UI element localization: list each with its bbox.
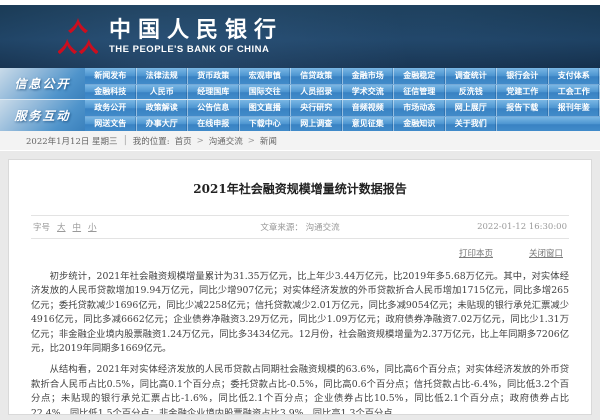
font-size-small-link[interactable]: 小 bbox=[88, 221, 97, 233]
source-label: 文章来源： bbox=[260, 223, 303, 233]
pboc-emblem-icon bbox=[58, 14, 98, 60]
nav-item[interactable]: 人民币 bbox=[137, 85, 189, 100]
nav-item[interactable]: 办事大厅 bbox=[137, 117, 189, 132]
font-size-controls: 字号 大 中 小 bbox=[33, 221, 200, 233]
font-size-medium-link[interactable]: 中 bbox=[73, 221, 82, 233]
breadcrumb: 2022年1月12日 星期三 │ 我的位置: 首页 > 沟通交流 > 新闻 bbox=[0, 131, 600, 151]
nav-item[interactable]: 下载中心 bbox=[240, 117, 292, 132]
article-datetime: 2022-01-12 16:30:00 bbox=[400, 222, 567, 232]
nav-item[interactable]: 反洗钱 bbox=[446, 85, 498, 100]
nav-item[interactable]: 金融稳定 bbox=[394, 68, 446, 84]
font-size-label: 字号 bbox=[33, 221, 50, 233]
nav-item[interactable]: 学术交流 bbox=[343, 85, 395, 100]
nav-item[interactable]: 报告下载 bbox=[497, 100, 549, 116]
breadcrumb-separator: > bbox=[248, 136, 255, 146]
nav-item[interactable]: 经理国库 bbox=[188, 85, 240, 100]
nav-item[interactable]: 货币政策 bbox=[188, 68, 240, 84]
nav-item[interactable]: 银行会计 bbox=[497, 68, 549, 84]
nav-item[interactable]: 新闻发布 bbox=[85, 68, 137, 84]
nav-item[interactable]: 意见征集 bbox=[343, 117, 395, 132]
article-paragraph-1: 初步统计，2021年社会融资规模增量累计为31.35万亿元，比上年少3.44万亿… bbox=[31, 270, 569, 356]
nav-item[interactable]: 国际交往 bbox=[240, 85, 292, 100]
article-meta-row: 字号 大 中 小 文章来源： 沟通交流 2022-01-12 16:30:00 bbox=[31, 215, 569, 239]
nav-section-service: 服务互动 政务公开政策解读公告信息图文直播央行研究音频视频市场动态网上展厅报告下… bbox=[0, 100, 600, 131]
nav-item[interactable]: 在线申报 bbox=[188, 117, 240, 132]
nav-item[interactable]: 网上调查 bbox=[291, 117, 343, 132]
site-header: 中国人民银行 THE PEOPLE'S BANK OF CHINA bbox=[0, 5, 600, 68]
nav-row-1: 新闻发布法律法规货币政策宏观审慎信贷政策金融市场金融稳定调查统计银行会计支付体系 bbox=[85, 68, 600, 84]
nav-item[interactable]: 网上展厅 bbox=[446, 100, 498, 116]
article-actions: 打印本页 关闭窗口 bbox=[31, 239, 569, 263]
nav-rows-information: 新闻发布法律法规货币政策宏观审慎信贷政策金融市场金融稳定调查统计银行会计支付体系… bbox=[85, 68, 600, 99]
nav-item[interactable]: 法律法规 bbox=[137, 68, 189, 84]
nav-item[interactable]: 图文直播 bbox=[240, 100, 292, 116]
main-nav: 信息公开 新闻发布法律法规货币政策宏观审慎信贷政策金融市场金融稳定调查统计银行会… bbox=[0, 68, 600, 131]
nav-item[interactable]: 音频视频 bbox=[343, 100, 395, 116]
nav-item[interactable]: 金融知识 bbox=[394, 117, 446, 132]
nav-item[interactable]: 市场动态 bbox=[394, 100, 446, 116]
nav-rows-service: 政务公开政策解读公告信息图文直播央行研究音频视频市场动态网上展厅报告下载报刊年鉴… bbox=[85, 100, 600, 131]
nav-item[interactable]: 人员招录 bbox=[291, 85, 343, 100]
nav-label-service-interaction[interactable]: 服务互动 bbox=[0, 100, 85, 131]
article-source: 文章来源： 沟通交流 bbox=[200, 221, 400, 233]
breadcrumb-separator: > bbox=[197, 136, 204, 146]
breadcrumb-communication-link[interactable]: 沟通交流 bbox=[209, 135, 243, 147]
bank-name-en: THE PEOPLE'S BANK OF CHINA bbox=[109, 44, 283, 55]
nav-row-2: 金融科技人民币经理国库国际交往人员招录学术交流征信管理反洗钱党建工作工会工作 bbox=[85, 84, 600, 100]
article-paragraph-2: 从结构看，2021年对实体经济发放的人民币贷款占同期社会融资规模的63.6%，同… bbox=[31, 363, 569, 415]
nav-label-information-disclosure[interactable]: 信息公开 bbox=[0, 68, 85, 99]
nav-item[interactable]: 公告信息 bbox=[188, 100, 240, 116]
nav-item[interactable]: 网送文告 bbox=[85, 117, 137, 132]
nav-item[interactable]: 关于我们 bbox=[446, 117, 498, 132]
article-container: 2021年社会融资规模增量统计数据报告 字号 大 中 小 文章来源： 沟通交流 … bbox=[8, 159, 592, 415]
logo-text: 中国人民银行 THE PEOPLE'S BANK OF CHINA bbox=[109, 19, 283, 55]
current-date: 2022年1月12日 星期三 bbox=[26, 135, 118, 147]
nav-row-3: 政务公开政策解读公告信息图文直播央行研究音频视频市场动态网上展厅报告下载报刊年鉴 bbox=[85, 100, 600, 116]
print-page-link[interactable]: 打印本页 bbox=[459, 247, 493, 259]
nav-item[interactable]: 党建工作 bbox=[497, 85, 549, 100]
nav-item[interactable]: 金融市场 bbox=[343, 68, 395, 84]
location-prefix: 我的位置: bbox=[133, 135, 170, 147]
nav-item[interactable]: 信贷政策 bbox=[291, 68, 343, 84]
nav-item[interactable]: 支付体系 bbox=[549, 68, 600, 84]
pboc-logo[interactable]: 中国人民银行 THE PEOPLE'S BANK OF CHINA bbox=[58, 14, 283, 60]
nav-item[interactable]: 工会工作 bbox=[549, 85, 600, 100]
nav-item[interactable]: 征信管理 bbox=[394, 85, 446, 100]
bank-name-cn: 中国人民银行 bbox=[109, 19, 283, 41]
nav-item[interactable]: 政务公开 bbox=[85, 100, 137, 116]
nav-section-information: 信息公开 新闻发布法律法规货币政策宏观审慎信贷政策金融市场金融稳定调查统计银行会… bbox=[0, 68, 600, 100]
nav-item[interactable]: 宏观审慎 bbox=[240, 68, 292, 84]
article-body: 初步统计，2021年社会融资规模增量累计为31.35万亿元，比上年少3.44万亿… bbox=[31, 270, 569, 415]
font-size-large-link[interactable]: 大 bbox=[57, 221, 66, 233]
breadcrumb-home-link[interactable]: 首页 bbox=[175, 135, 192, 147]
nav-item[interactable]: 政策解读 bbox=[137, 100, 189, 116]
nav-item[interactable]: 金融科技 bbox=[85, 85, 137, 100]
nav-item[interactable]: 报刊年鉴 bbox=[549, 100, 600, 116]
article-title: 2021年社会融资规模增量统计数据报告 bbox=[31, 172, 569, 215]
source-value: 沟通交流 bbox=[306, 223, 340, 233]
nav-row-4: 网送文告办事大厅在线申报下载中心网上调查意见征集金融知识关于我们 bbox=[85, 116, 600, 132]
close-window-link[interactable]: 关闭窗口 bbox=[529, 247, 563, 259]
nav-item[interactable]: 央行研究 bbox=[291, 100, 343, 116]
breadcrumb-current-news: 新闻 bbox=[260, 135, 277, 147]
nav-item[interactable]: 调查统计 bbox=[446, 68, 498, 84]
breadcrumb-divider: │ bbox=[123, 136, 128, 146]
